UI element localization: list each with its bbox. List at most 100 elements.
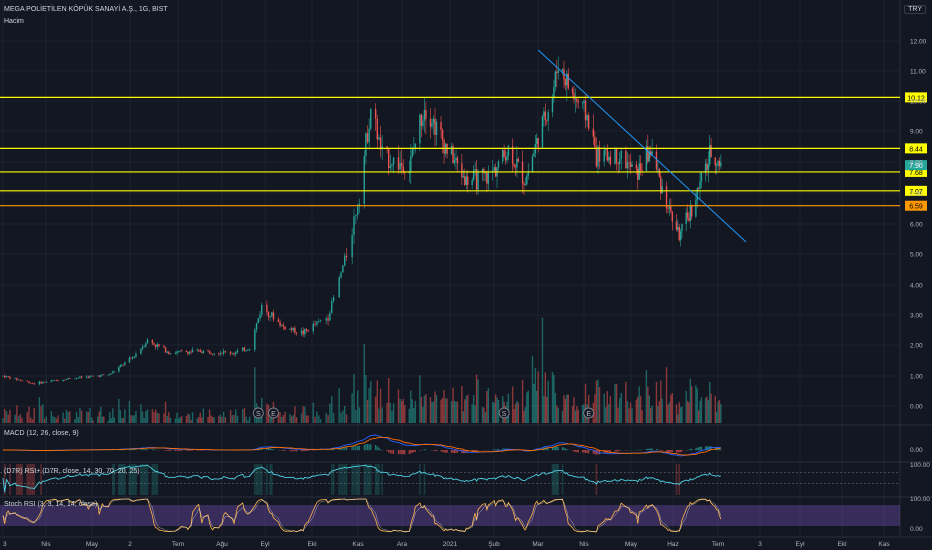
rsi-title[interactable]: (D7R) RSI+ (D7R, close, 14, 30, 70, 20, … [4, 468, 140, 475]
volume-bar [67, 412, 69, 423]
volume-bar [224, 417, 227, 423]
candle-body [594, 136, 596, 148]
volume-bar [289, 414, 291, 423]
macd-title[interactable]: MACD (12, 26, close, 9) [4, 430, 79, 437]
x-tick-label: 2 [128, 541, 132, 548]
candle-body [143, 346, 145, 348]
volume-bar [635, 399, 638, 423]
volume-bar [300, 413, 303, 423]
candle-body [176, 351, 178, 354]
volume-bar [358, 407, 361, 423]
macd-histogram-bar [386, 450, 388, 452]
volume-bar [629, 402, 632, 423]
rsi-y-tick: 100.00 [910, 462, 930, 469]
candle-body [399, 162, 401, 170]
volume-bar [16, 405, 18, 423]
candle-body [397, 157, 400, 170]
volume-bar [131, 415, 134, 423]
rsi-overbought-zone [146, 464, 149, 495]
candle-body [670, 206, 672, 213]
candle-body [497, 161, 500, 168]
candle-body [379, 137, 382, 150]
macd-histogram-bar [419, 450, 421, 451]
volume-bar [74, 419, 76, 423]
candle-body [551, 97, 554, 113]
macd-histogram-bar [357, 445, 359, 451]
candle-body [188, 351, 191, 354]
price-chart[interactable]: 10.128.447.687.076.597.90 SESE 12.0011.0… [0, 0, 932, 550]
candle-body [219, 353, 222, 355]
candle-body [121, 364, 123, 366]
macd-histogram-bar [617, 450, 619, 452]
macd-histogram-bar [151, 449, 153, 451]
volume-bar [5, 411, 8, 423]
macd-histogram-bar [423, 449, 426, 451]
volume-bar [112, 408, 114, 423]
macd-histogram-bar [668, 450, 671, 453]
candle-body [338, 277, 340, 298]
macd-histogram-bar [164, 450, 167, 451]
level-label: 6.59 [909, 204, 923, 211]
volume-bar [342, 410, 344, 423]
candle-body [245, 350, 247, 352]
candle-body [617, 162, 619, 165]
candle-body [174, 353, 177, 354]
x-tick-label: Tem [712, 541, 724, 548]
x-tick-label: 3 [3, 541, 7, 548]
volume-bar [201, 417, 203, 423]
macd-histogram-bar [304, 450, 306, 452]
macd-histogram-bar [556, 446, 558, 451]
symbol-title[interactable]: MEGA POLİETİLEN KÖPÜK SANAYİ A.Ş., 1G, B… [4, 6, 168, 13]
candle-body [351, 235, 353, 258]
candle-body [110, 373, 113, 375]
candle-body [374, 109, 377, 119]
volume-bar [7, 414, 9, 423]
candle-body [615, 147, 618, 163]
candle-body [43, 381, 46, 383]
y-tick-label: 12.00 [910, 39, 927, 46]
candle-body [40, 381, 42, 384]
x-tick-label: Nis [41, 541, 51, 548]
candle-body [481, 169, 484, 172]
stoch-rsi-title[interactable]: Stoch RSI (3, 3, 14, 14, close) [4, 501, 97, 508]
candle-body [514, 166, 517, 168]
candle-body [391, 164, 393, 167]
rsi-overbought-zone [381, 464, 383, 495]
volume-bar [133, 415, 136, 423]
candle-body [284, 326, 286, 330]
volume-bar [121, 417, 123, 423]
candle-body [300, 330, 303, 334]
macd-histogram-bar [675, 450, 678, 453]
candle-body [363, 156, 365, 204]
macd-histogram-bar [685, 450, 687, 451]
macd-histogram-bar [411, 450, 413, 453]
volume-bar [231, 415, 234, 423]
volume-bar [294, 406, 296, 423]
rsi-overbought-zone [423, 464, 426, 495]
stoch-band [0, 505, 900, 526]
macd-histogram-bar [696, 447, 698, 451]
volume-bar [516, 400, 518, 423]
volume-bar [28, 406, 30, 423]
macd-histogram-bar [295, 450, 298, 452]
candle-body [378, 137, 380, 140]
candle-body [573, 93, 575, 100]
candle-body [89, 375, 91, 378]
macd-histogram-bar [609, 450, 611, 453]
macd-histogram-bar [277, 449, 280, 451]
volume-bar [302, 406, 304, 423]
rsi-overbought-zone [551, 464, 554, 495]
candle-body [571, 88, 574, 94]
candle-body [33, 383, 35, 385]
currency-badge[interactable]: TRY [904, 5, 926, 14]
volume-label[interactable]: Hacim [4, 18, 24, 25]
candle-body [688, 217, 690, 221]
candle-body [685, 212, 687, 224]
macd-histogram-bar [370, 444, 372, 451]
macd-histogram-bar [647, 448, 649, 451]
volume-bar [567, 394, 569, 423]
candle-body [272, 312, 275, 320]
volume-bar [54, 417, 56, 423]
volume-bar [637, 396, 639, 423]
volume-bar [429, 397, 432, 423]
